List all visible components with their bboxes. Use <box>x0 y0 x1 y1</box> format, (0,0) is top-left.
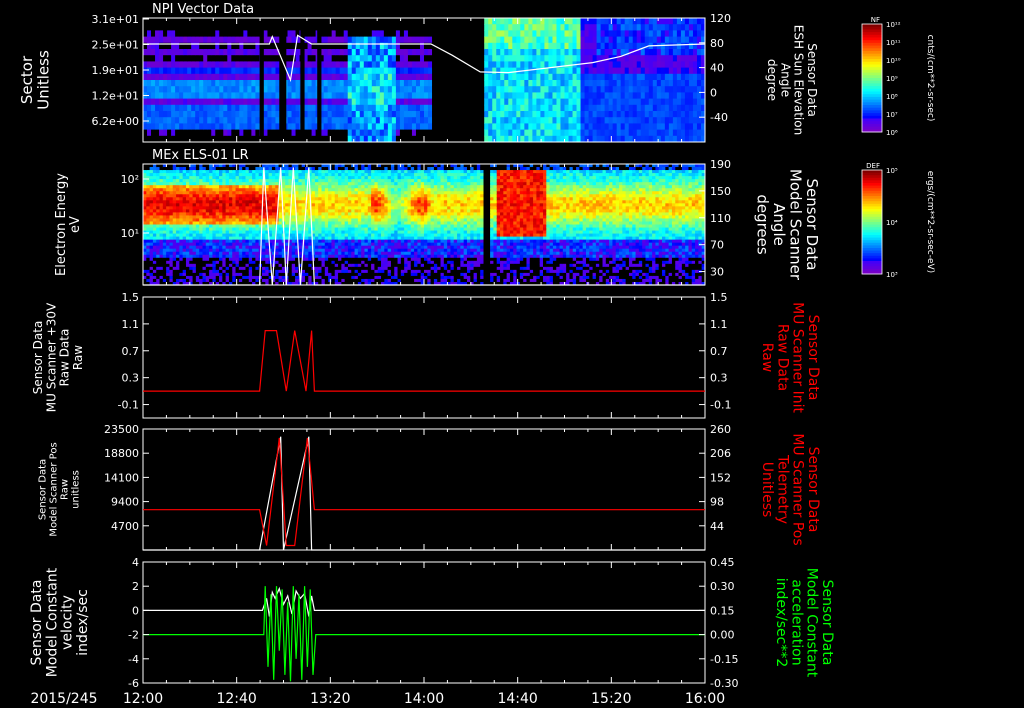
tick-label: 4700 <box>111 520 139 533</box>
tick-label: 44 <box>710 520 724 533</box>
colorbar-tick: 10⁶ <box>886 129 898 137</box>
panel-npi: NPI Vector Data 3.1e+01 2.5e+01 1.9e+01 1.2e… <box>18 2 819 143</box>
tick-label: 1.5 <box>122 291 140 304</box>
tick-label: -0.15 <box>710 653 738 666</box>
tick-label: 2.5e+01 <box>92 39 139 52</box>
panel-title: NPI Vector Data <box>152 2 254 17</box>
tick-label: 4 <box>132 556 139 569</box>
time-tick-label: 14:00 <box>404 691 444 707</box>
time-tick-label: 12:00 <box>123 691 163 707</box>
tick-label: 206 <box>710 447 731 460</box>
tick-label: 1.2e+01 <box>92 90 139 103</box>
tick-label: -2 <box>128 629 139 642</box>
tick-label: 0.3 <box>122 372 140 385</box>
tick-label: -0.1 <box>710 399 731 412</box>
colorbar-tick: 10⁸ <box>886 93 898 101</box>
tick-label: 260 <box>710 423 731 436</box>
time-tick-label: 15:20 <box>591 691 631 707</box>
tick-label: 0 <box>132 604 139 617</box>
tick-label: 98 <box>710 496 724 509</box>
tick-label: 9400 <box>111 496 139 509</box>
tick-label: 0.00 <box>710 629 735 642</box>
colorbar-title: DEF <box>866 162 880 170</box>
tick-label: -6 <box>128 677 139 690</box>
tick-label: 0.3 <box>710 372 728 385</box>
tick-label: 110 <box>710 212 731 225</box>
tick-label: 30 <box>710 266 724 279</box>
tick-label: 70 <box>710 239 724 252</box>
colorbar-tick: 10⁷ <box>886 111 898 119</box>
tick-label: 190 <box>710 158 731 171</box>
colorbar-tick: 10⁵ <box>886 167 898 175</box>
colorbar-tick: 10¹² <box>886 21 901 29</box>
tick-label: 0.45 <box>710 556 735 569</box>
time-tick-label: 16:00 <box>685 691 725 707</box>
colorbar-tick: 10³ <box>886 271 898 279</box>
tick-label: -0.30 <box>710 677 738 690</box>
tick-label: 0.15 <box>710 604 735 617</box>
time-tick-label: 12:40 <box>216 691 256 707</box>
colorbar-tick: 10¹⁰ <box>886 57 901 65</box>
tick-label: 14100 <box>104 471 139 484</box>
tick-label: -4 <box>128 653 139 666</box>
colorbar-title: NF <box>871 16 880 24</box>
colorbar-tick: 10¹¹ <box>886 39 901 47</box>
tick-label: 23500 <box>104 423 139 436</box>
colorbar-tick: 10⁴ <box>886 219 898 227</box>
tick-label: 0.7 <box>710 345 728 358</box>
tick-label: 1.5 <box>710 291 728 304</box>
tick-label: 80 <box>710 37 724 50</box>
tick-label: -0.1 <box>118 399 139 412</box>
tick-label: 0.7 <box>122 345 140 358</box>
tick-label: 120 <box>710 12 731 25</box>
time-tick-label: 14:40 <box>497 691 537 707</box>
panel-title: MEx ELS-01 LR <box>152 148 249 163</box>
tick-label: 2 <box>132 580 139 593</box>
tick-label: 0.30 <box>710 580 735 593</box>
tick-label: 1.1 <box>710 318 728 331</box>
tick-label: 0 <box>710 86 717 99</box>
tick-label: 18800 <box>104 447 139 460</box>
tick-label: 152 <box>710 471 731 484</box>
tick-label: -40 <box>710 111 728 124</box>
multi-panel-timeseries: NPI Vector Data 3.1e+01 2.5e+01 1.9e+01 1.2e… <box>0 0 1024 708</box>
tick-label: 1.1 <box>122 318 140 331</box>
time-tick-label: 13:20 <box>310 691 350 707</box>
date-label: 2015/245 <box>30 691 97 707</box>
tick-label: 40 <box>710 62 724 75</box>
tick-label: 150 <box>710 185 731 198</box>
tick-label: 6.2e+00 <box>92 115 139 128</box>
colorbar-tick: 10⁹ <box>886 75 898 83</box>
tick-label: 1.9e+01 <box>92 64 139 77</box>
svg-text:SectorUnitless: SectorUnitless <box>18 50 53 110</box>
tick-label: 3.1e+01 <box>92 13 139 26</box>
tick-label: 10² <box>121 173 139 186</box>
tick-label: 10¹ <box>121 227 139 240</box>
